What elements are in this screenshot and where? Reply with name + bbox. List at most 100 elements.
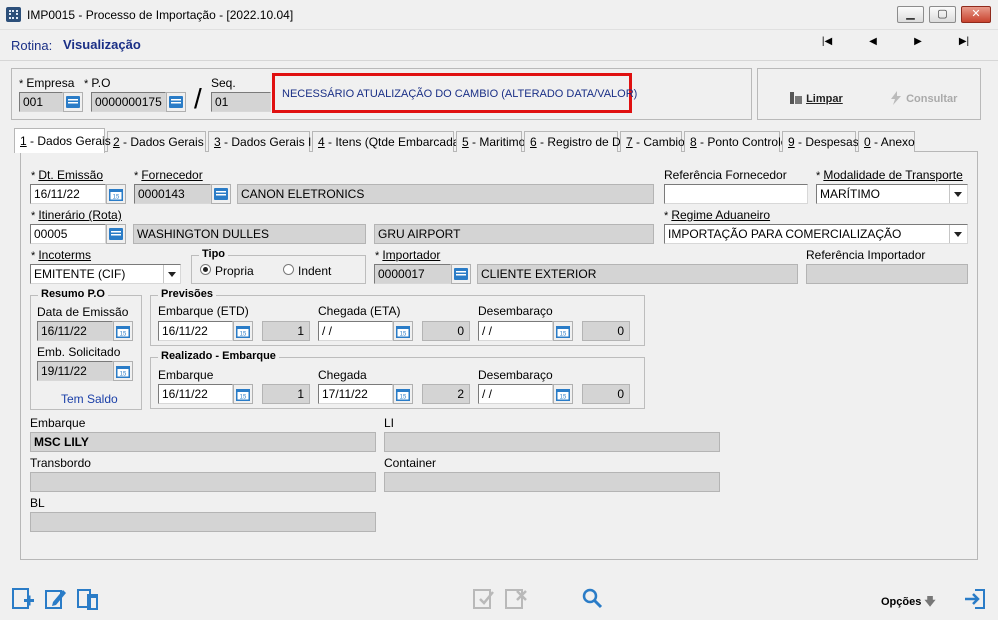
real-chegada-field[interactable]: 17/11/22 [318, 384, 393, 404]
tab-4[interactable]: 4 - Itens (Qtde Embarcada) [312, 131, 463, 152]
tab-2[interactable]: 2 - Dados Gerais II [107, 131, 214, 152]
tab-label: - Maritimo [468, 135, 526, 149]
tab-label: - Anexo [870, 135, 915, 149]
nav-first-button[interactable]: |◀ [817, 36, 837, 50]
tab-label: - Despesas [794, 135, 859, 149]
previsoes-title: Previsões [158, 288, 216, 300]
consultar-button[interactable]: Consultar [889, 91, 957, 105]
regime-select[interactable]: IMPORTAÇÃO PARA COMERCIALIZAÇÃO [664, 224, 968, 244]
close-button[interactable]: ✕ [961, 6, 991, 23]
real-embarque-field[interactable]: 16/11/22 [158, 384, 233, 404]
fornecedor-lookup-icon[interactable] [211, 184, 231, 204]
dt-emissao-field[interactable]: 16/11/22 [30, 184, 106, 204]
add-icon[interactable] [11, 587, 35, 614]
tem-saldo-link[interactable]: Tem Saldo [61, 392, 118, 406]
importador-name-field: CLIENTE EXTERIOR [477, 264, 798, 284]
calendar-icon[interactable]: 15 [233, 321, 253, 341]
ref-fornecedor-field[interactable] [664, 184, 808, 204]
nav-prev-button[interactable]: ◀ [863, 36, 883, 50]
tab-5[interactable]: 5 - Maritimo [456, 131, 525, 152]
delete-icon[interactable] [76, 587, 100, 614]
tab-0[interactable]: 0 - Anexo [858, 131, 915, 152]
tipo-label: Tipo [199, 248, 229, 260]
svg-text:15: 15 [120, 332, 127, 338]
incoterms-label: * Incoterms [31, 248, 92, 262]
importador-lookup-icon[interactable] [451, 264, 471, 284]
realizado-title: Realizado - Embarque [158, 350, 279, 362]
tab-7[interactable]: 7 - Cambio [620, 131, 685, 152]
tab-6[interactable]: 6 - Registro de DI [524, 131, 624, 152]
divider [0, 60, 998, 61]
itinerario-label: * Itinerário (Rota) [31, 208, 122, 222]
opcoes-button[interactable]: Opções 🡇 [881, 593, 936, 612]
confirm-icon[interactable] [472, 587, 496, 614]
svg-text:15: 15 [400, 395, 407, 401]
embarque-field: MSC LILY [30, 432, 376, 452]
real-desembaraco-field[interactable]: / / [478, 384, 553, 404]
svg-text:15: 15 [240, 395, 247, 401]
prev-chegada-days: 0 [422, 321, 470, 341]
itinerario-lookup-icon[interactable] [106, 224, 126, 244]
prev-desembaraco-field[interactable]: / / [478, 321, 553, 341]
calendar-icon[interactable]: 15 [106, 184, 126, 204]
resumo-data-emissao-field: 16/11/22 [37, 321, 113, 341]
tab-label: - Itens (Qtde Embarcada) [324, 135, 464, 149]
importador-code-field[interactable]: 0000017 [374, 264, 451, 284]
resumo-emb-solicitado-label: Emb. Solicitado [37, 345, 121, 359]
calendar-icon[interactable]: 15 [233, 384, 253, 404]
exit-icon[interactable] [963, 587, 987, 614]
tab-1[interactable]: 1 - Dados Gerais [14, 128, 111, 153]
nav-next-button[interactable]: ▶ [908, 36, 928, 50]
fornecedor-code-field[interactable]: 0000143 [134, 184, 211, 204]
search-icon[interactable] [582, 588, 604, 613]
real-desembaraco-days: 0 [582, 384, 630, 404]
tab-hotkey: 3 [214, 135, 221, 149]
prev-desembaraco-label: Desembaraço [478, 304, 553, 318]
po-field[interactable]: 0000000175 [91, 92, 166, 112]
calendar-icon[interactable]: 15 [393, 384, 413, 404]
tipo-indent-radio[interactable] [283, 264, 294, 275]
calendar-icon[interactable]: 15 [113, 361, 133, 381]
edit-icon[interactable] [44, 587, 68, 614]
minimize-button[interactable]: ▁ [897, 6, 924, 23]
chevron-down-icon[interactable] [949, 185, 966, 203]
svg-text:15: 15 [113, 195, 120, 201]
alert-message: NECESSÁRIO ATUALIZAÇÃO DO CAMBIO (ALTERA… [282, 88, 638, 100]
prev-embarque-label: Embarque (ETD) [158, 304, 249, 318]
tipo-propria-radio[interactable] [200, 264, 211, 275]
resumo-data-emissao-label: Data de Emissão [37, 305, 129, 319]
modalidade-select[interactable]: MARÍTIMO [816, 184, 968, 204]
calendar-icon[interactable]: 15 [393, 321, 413, 341]
tab-9[interactable]: 9 - Despesas [782, 131, 859, 152]
empresa-field[interactable]: 001 [19, 92, 63, 112]
po-lookup-icon[interactable] [166, 92, 186, 112]
itinerario-code-field[interactable]: 00005 [30, 224, 106, 244]
seq-field[interactable]: 01 [211, 92, 271, 112]
chevron-down-icon[interactable] [949, 225, 966, 243]
svg-text:15: 15 [240, 332, 247, 338]
po-label: * P.O [84, 76, 111, 90]
nav-last-button[interactable]: ▶| [954, 36, 974, 50]
calendar-icon[interactable]: 15 [113, 321, 133, 341]
tab-3[interactable]: 3 - Dados Gerais III [208, 131, 318, 152]
calendar-icon[interactable]: 15 [553, 321, 573, 341]
empresa-lookup-icon[interactable] [63, 92, 83, 112]
calendar-icon[interactable]: 15 [553, 384, 573, 404]
cancel-icon[interactable] [504, 587, 528, 614]
incoterms-select[interactable]: EMITENTE (CIF) [30, 264, 181, 284]
svg-text:15: 15 [560, 395, 567, 401]
tab-8[interactable]: 8 - Ponto Controle [684, 131, 787, 152]
limpar-button[interactable]: Limpar [789, 91, 843, 105]
svg-text:15: 15 [120, 372, 127, 378]
ref-importador-label: Referência Importador [806, 248, 926, 262]
tab-hotkey: 9 [788, 135, 795, 149]
importador-label: * Importador [375, 248, 441, 262]
maximize-button[interactable]: ▢ [929, 6, 956, 23]
rotina-label: Rotina: [11, 38, 53, 53]
tab-label: - Cambio [632, 135, 685, 149]
prev-chegada-field[interactable]: / / [318, 321, 393, 341]
tab-hotkey: 4 [318, 135, 325, 149]
li-field [384, 432, 720, 452]
chevron-down-icon[interactable] [163, 265, 180, 283]
prev-embarque-field[interactable]: 16/11/22 [158, 321, 233, 341]
